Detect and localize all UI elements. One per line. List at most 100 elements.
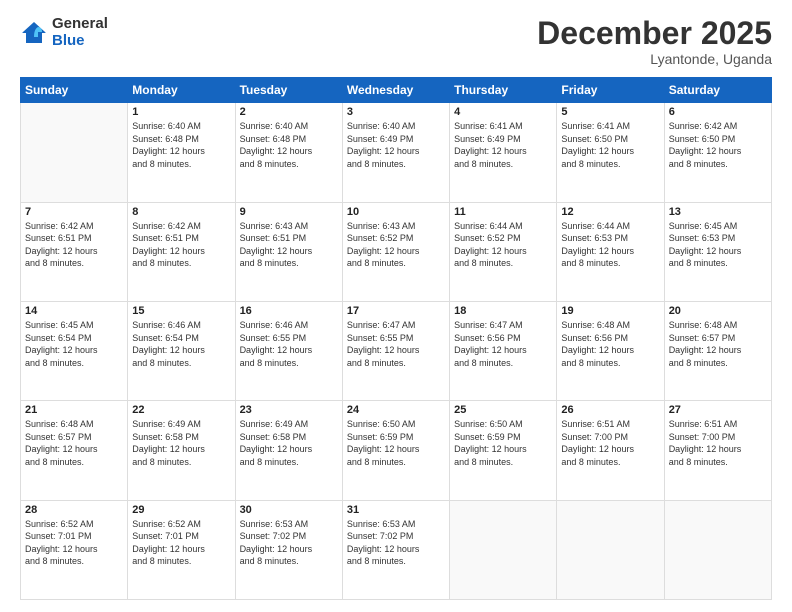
day-info: Sunset: 6:51 PM — [132, 232, 230, 245]
table-row: 16Sunrise: 6:46 AMSunset: 6:55 PMDayligh… — [235, 301, 342, 400]
day-number: 20 — [669, 305, 767, 317]
day-info: Daylight: 12 hours — [347, 543, 445, 556]
table-row: 2Sunrise: 6:40 AMSunset: 6:48 PMDaylight… — [235, 103, 342, 202]
day-info: Sunset: 7:00 PM — [669, 431, 767, 444]
day-info: Daylight: 12 hours — [669, 344, 767, 357]
day-info: Daylight: 12 hours — [25, 344, 123, 357]
day-info: Daylight: 12 hours — [454, 443, 552, 456]
day-info: Daylight: 12 hours — [25, 245, 123, 258]
day-info: Sunset: 7:00 PM — [561, 431, 659, 444]
day-number: 14 — [25, 305, 123, 317]
day-info: Daylight: 12 hours — [669, 443, 767, 456]
day-info: Sunrise: 6:53 AM — [347, 518, 445, 531]
day-info: Sunset: 6:59 PM — [347, 431, 445, 444]
table-row: 23Sunrise: 6:49 AMSunset: 6:58 PMDayligh… — [235, 401, 342, 500]
day-info: and 8 minutes. — [132, 456, 230, 469]
day-info: and 8 minutes. — [25, 257, 123, 270]
day-info: Sunrise: 6:44 AM — [561, 220, 659, 233]
day-number: 31 — [347, 504, 445, 516]
day-info: Sunrise: 6:43 AM — [347, 220, 445, 233]
day-info: and 8 minutes. — [347, 357, 445, 370]
table-row: 22Sunrise: 6:49 AMSunset: 6:58 PMDayligh… — [128, 401, 235, 500]
day-info: Sunset: 6:59 PM — [454, 431, 552, 444]
day-info: Sunset: 6:51 PM — [240, 232, 338, 245]
day-info: Sunrise: 6:42 AM — [669, 120, 767, 133]
day-info: Sunset: 6:54 PM — [25, 332, 123, 345]
day-info: Sunrise: 6:45 AM — [669, 220, 767, 233]
table-row: 12Sunrise: 6:44 AMSunset: 6:53 PMDayligh… — [557, 202, 664, 301]
day-number: 25 — [454, 404, 552, 416]
day-info: and 8 minutes. — [132, 158, 230, 171]
day-info: Sunrise: 6:40 AM — [240, 120, 338, 133]
day-number: 27 — [669, 404, 767, 416]
day-info: Daylight: 12 hours — [561, 145, 659, 158]
day-info: and 8 minutes. — [240, 257, 338, 270]
calendar-week-row: 21Sunrise: 6:48 AMSunset: 6:57 PMDayligh… — [21, 401, 772, 500]
day-info: Sunset: 6:48 PM — [240, 133, 338, 146]
table-row: 11Sunrise: 6:44 AMSunset: 6:52 PMDayligh… — [450, 202, 557, 301]
day-info: Sunrise: 6:42 AM — [132, 220, 230, 233]
day-info: Daylight: 12 hours — [132, 543, 230, 556]
header: General Blue December 2025 Lyantonde, Ug… — [20, 16, 772, 67]
day-info: Sunrise: 6:53 AM — [240, 518, 338, 531]
day-number: 11 — [454, 206, 552, 218]
day-info: Sunset: 6:53 PM — [561, 232, 659, 245]
logo-general: General — [52, 16, 108, 33]
day-number: 15 — [132, 305, 230, 317]
day-info: Sunrise: 6:49 AM — [132, 418, 230, 431]
day-info: Sunset: 6:48 PM — [132, 133, 230, 146]
table-row: 14 Sunrise: 6:45 AMSunset: 6:54 PMDayligh… — [21, 301, 128, 400]
table-row: 5Sunrise: 6:41 AMSunset: 6:50 PMDaylight… — [557, 103, 664, 202]
table-row: 10Sunrise: 6:43 AMSunset: 6:52 PMDayligh… — [342, 202, 449, 301]
day-info: and 8 minutes. — [347, 456, 445, 469]
day-info: Sunrise: 6:40 AM — [347, 120, 445, 133]
table-row: 25 Sunrise: 6:50 AMSunset: 6:59 PMDayligh… — [450, 401, 557, 500]
day-info: Daylight: 12 hours — [240, 443, 338, 456]
col-sunday: Sunday — [21, 78, 128, 103]
day-info: Sunset: 6:52 PM — [347, 232, 445, 245]
day-number: 17 — [347, 305, 445, 317]
day-number: 23 — [240, 404, 338, 416]
day-info: Sunrise: 6:45 AM — [25, 319, 123, 332]
logo-text: General Blue — [52, 16, 108, 49]
day-info: Daylight: 12 hours — [347, 245, 445, 258]
day-number: 3 — [347, 106, 445, 118]
table-row — [450, 500, 557, 599]
day-info: Sunset: 6:55 PM — [240, 332, 338, 345]
day-number: 2 — [240, 106, 338, 118]
day-info: and 8 minutes. — [454, 158, 552, 171]
table-row — [21, 103, 128, 202]
day-info: Sunrise: 6:51 AM — [561, 418, 659, 431]
day-info: Daylight: 12 hours — [561, 443, 659, 456]
day-number: 28 — [25, 504, 123, 516]
day-info: Daylight: 12 hours — [454, 344, 552, 357]
day-info: Sunset: 6:50 PM — [561, 133, 659, 146]
table-row: 31Sunrise: 6:53 AMSunset: 7:02 PMDayligh… — [342, 500, 449, 599]
day-info: and 8 minutes. — [25, 456, 123, 469]
day-info: Sunrise: 6:40 AM — [132, 120, 230, 133]
day-info: Sunrise: 6:48 AM — [25, 418, 123, 431]
day-info: Sunset: 6:58 PM — [240, 431, 338, 444]
day-info: Sunset: 6:58 PM — [132, 431, 230, 444]
table-row — [664, 500, 771, 599]
day-info: Sunrise: 6:50 AM — [454, 418, 552, 431]
day-info: and 8 minutes. — [669, 357, 767, 370]
day-number: 30 — [240, 504, 338, 516]
col-monday: Monday — [128, 78, 235, 103]
table-row: 9Sunrise: 6:43 AMSunset: 6:51 PMDaylight… — [235, 202, 342, 301]
col-friday: Friday — [557, 78, 664, 103]
logo-blue: Blue — [52, 33, 108, 50]
day-info: Sunset: 6:57 PM — [25, 431, 123, 444]
day-number: 13 — [669, 206, 767, 218]
day-info: Daylight: 12 hours — [347, 443, 445, 456]
table-row — [557, 500, 664, 599]
day-info: and 8 minutes. — [240, 456, 338, 469]
col-thursday: Thursday — [450, 78, 557, 103]
day-info: Sunset: 6:54 PM — [132, 332, 230, 345]
day-info: and 8 minutes. — [347, 257, 445, 270]
table-row: 28Sunrise: 6:52 AMSunset: 7:01 PMDayligh… — [21, 500, 128, 599]
day-info: Sunrise: 6:46 AM — [132, 319, 230, 332]
day-info: Sunrise: 6:44 AM — [454, 220, 552, 233]
day-number: 7 — [25, 206, 123, 218]
calendar-week-row: 1Sunrise: 6:40 AMSunset: 6:48 PMDaylight… — [21, 103, 772, 202]
